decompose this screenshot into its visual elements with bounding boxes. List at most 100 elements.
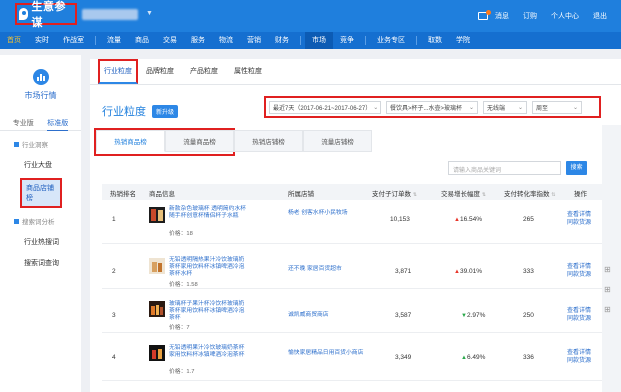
- filter-bar: 最近7天（2017-06-21~2017-06-27） ⌄ 餐饮具>杯子...水壶…: [264, 96, 601, 118]
- shop-link[interactable]: 还不晚 家居百货超市: [288, 266, 366, 273]
- orders-cell: 10,153: [390, 216, 410, 223]
- col-orders[interactable]: 支付子订单数 ⇅: [372, 188, 417, 198]
- feedback-icon[interactable]: ⊞: [604, 265, 611, 274]
- chevron-down-icon[interactable]: ▼: [146, 10, 153, 17]
- nav-item-marketing[interactable]: 营销: [240, 32, 268, 49]
- product-thumbnail[interactable]: [149, 345, 165, 361]
- nav-item-data-fetch[interactable]: 取数: [421, 32, 449, 49]
- tab-hot-shops[interactable]: 热销店铺榜: [234, 130, 303, 152]
- growth-cell: ▲16.54%: [454, 216, 482, 223]
- product-price: 价格：18: [169, 231, 193, 237]
- product-thumbnail[interactable]: [149, 258, 165, 274]
- tab-brand[interactable]: 品牌粒度: [138, 66, 182, 84]
- messages-link[interactable]: 消息: [478, 10, 509, 21]
- product-search-input[interactable]: 请输入商品关键词: [448, 161, 561, 175]
- sidebar-item-search-query[interactable]: 搜索词查询: [0, 258, 81, 268]
- nav-item-competition[interactable]: 竞争: [333, 32, 361, 49]
- nav-item-business-zone[interactable]: 业务专区: [370, 32, 412, 49]
- nav-item-service[interactable]: 服务: [184, 32, 212, 49]
- view-details-link[interactable]: 查看详情: [567, 350, 591, 358]
- product-thumbnail[interactable]: [149, 301, 165, 317]
- nav-item-traffic[interactable]: 流量: [100, 32, 128, 49]
- tab-standard[interactable]: 标准版: [47, 118, 69, 131]
- sidebar-item-product-shop-rank[interactable]: 商品店铺榜: [20, 178, 62, 208]
- sidebar-item-hot-search[interactable]: 行业热搜词: [0, 237, 81, 247]
- order-link[interactable]: 订购: [523, 11, 537, 21]
- nav-divider: [365, 36, 366, 45]
- date-range-select[interactable]: 最近7天（2017-06-21~2017-06-27） ⌄: [269, 100, 381, 114]
- nav-item-products[interactable]: 商品: [128, 32, 156, 49]
- col-shop: 所属店铺: [288, 191, 314, 198]
- view-details-link[interactable]: 查看详情: [567, 308, 591, 316]
- tab-traffic-shops[interactable]: 流量店铺榜: [303, 130, 372, 152]
- view-details-link[interactable]: 查看详情: [567, 264, 591, 272]
- category-select[interactable]: 餐饮具>杯子...水壶>玻璃杯 ⌄: [386, 100, 478, 114]
- nav-item-logistics[interactable]: 物流: [212, 32, 240, 49]
- sort-icon: ⇅: [551, 192, 556, 198]
- chevron-down-icon: ⌄: [373, 104, 379, 111]
- table-row: 1 新款杂色玻璃杯 透明简约水杯随手杯创意杯情侣杯子水瓶 价格：18 杨老 创客…: [102, 200, 602, 244]
- product-name-link[interactable]: 无铅透明隔热果汁冷饮玻璃奶茶杯家用饮料杯冰镇啤酒冷泡茶杯水杯: [169, 257, 247, 279]
- col-growth[interactable]: 交易增长幅度 ⇅: [441, 188, 486, 198]
- feedback-icon[interactable]: ⊞: [604, 305, 611, 314]
- col-conversion[interactable]: 支付转化率指数 ⇅: [504, 188, 556, 198]
- rank-cell: 1: [112, 216, 116, 223]
- main-nav: 首页 实时 作战室 流量 商品 交易 服务 物流 营销 财务 市场 竞争 业务专…: [0, 32, 621, 49]
- table-row: 3 玻璃杯子果汁杯冷饮杯玻璃奶茶杯家用饮料杯冰镇啤酒冷泡茶杯 价格：7 诚凯威商…: [102, 289, 602, 333]
- chevron-down-icon: ⌄: [517, 104, 523, 111]
- tab-professional[interactable]: 专业版: [13, 118, 34, 130]
- product-price: 价格：7: [169, 325, 190, 331]
- section-icon: [14, 218, 19, 224]
- tab-traffic-products[interactable]: 流量商品榜: [165, 130, 234, 152]
- chevron-down-icon: ⌄: [468, 104, 474, 111]
- top-right-menu: 消息 订购 个人中心 退出: [478, 0, 621, 32]
- period-select[interactable]: 周至 ⌄: [532, 100, 582, 114]
- nav-item-transactions[interactable]: 交易: [156, 32, 184, 49]
- sort-icon: ⇅: [481, 192, 487, 198]
- same-source-link[interactable]: 同款货源: [567, 220, 591, 228]
- feedback-icon[interactable]: ⊞: [604, 285, 611, 294]
- logo-text: 生意参谋: [31, 1, 66, 29]
- nav-item-academy[interactable]: 学院: [449, 32, 477, 49]
- growth-cell: ▼2.97%: [461, 312, 486, 319]
- mail-icon: [478, 10, 491, 20]
- app-logo[interactable]: 生意参谋: [15, 1, 77, 29]
- nav-item-finance[interactable]: 财务: [268, 32, 296, 49]
- product-price: 价格：1.7: [169, 369, 195, 375]
- product-thumbnail[interactable]: [149, 207, 165, 223]
- top-bar: 生意参谋 ▼ 消息 订购 个人中心 退出: [0, 0, 621, 32]
- market-chart-icon: [32, 69, 49, 85]
- same-source-link[interactable]: 同款货源: [567, 272, 591, 280]
- nav-item-realtime[interactable]: 实时: [28, 32, 56, 49]
- shop-link[interactable]: 杨老 创客水杯小民牧场: [288, 210, 366, 217]
- terminal-select[interactable]: 无线端 ⌄: [483, 100, 527, 114]
- shop-link[interactable]: 愉快家居精品日用百货小商店: [288, 350, 366, 357]
- tab-attribute[interactable]: 属性粒度: [226, 66, 270, 84]
- sidebar-group-search: 搜索词分析: [14, 216, 81, 226]
- nav-item-home[interactable]: 首页: [0, 32, 28, 49]
- product-name-link[interactable]: 无铅透明果汁冷饮玻璃奶茶杯家用饮料杯冰镇啤酒冷泡茶杯: [169, 345, 247, 359]
- tab-industry[interactable]: 行业粒度: [98, 59, 138, 84]
- tab-hot-products[interactable]: 热销商品榜: [96, 130, 165, 152]
- tab-product[interactable]: 产品粒度: [182, 66, 226, 84]
- nav-item-war-room[interactable]: 作战室: [56, 32, 91, 49]
- shop-link[interactable]: 诚凯威商贸商店: [288, 312, 366, 319]
- table-row: 4 无铅透明果汁冷饮玻璃奶茶杯家用饮料杯冰镇啤酒冷泡茶杯 价格：1.7 愉快家居…: [102, 333, 602, 381]
- same-source-link[interactable]: 同款货源: [567, 358, 591, 366]
- product-name-link[interactable]: 玻璃杯子果汁杯冷饮杯玻璃奶茶杯家用饮料杯冰镇啤酒冷泡茶杯: [169, 301, 247, 323]
- sidebar-item-industry-overview[interactable]: 行业大盘: [0, 160, 81, 170]
- nav-item-market[interactable]: 市场: [305, 32, 333, 49]
- orders-cell: 3,349: [395, 354, 412, 361]
- logout-link[interactable]: 退出: [593, 11, 607, 21]
- growth-cell: ▲6.49%: [461, 354, 486, 361]
- product-name-link[interactable]: 新款杂色玻璃杯 透明简约水杯随手杯创意杯情侣杯子水瓶: [169, 206, 247, 220]
- user-center-link[interactable]: 个人中心: [551, 11, 579, 21]
- same-source-link[interactable]: 同款货源: [567, 316, 591, 324]
- search-button[interactable]: 搜索: [566, 161, 587, 175]
- notification-dot: [486, 10, 491, 15]
- view-details-link[interactable]: 查看详情: [567, 212, 591, 220]
- sidebar-group-industry: 行业洞察: [14, 139, 81, 149]
- sidebar-title: 市场行情: [24, 91, 57, 100]
- granularity-tabs: 行业粒度 品牌粒度 产品粒度 属性粒度: [90, 59, 621, 85]
- table-header: 热销排名 商品信息 所属店铺 支付子订单数 ⇅ 交易增长幅度 ⇅ 支付转化率指数…: [102, 184, 602, 200]
